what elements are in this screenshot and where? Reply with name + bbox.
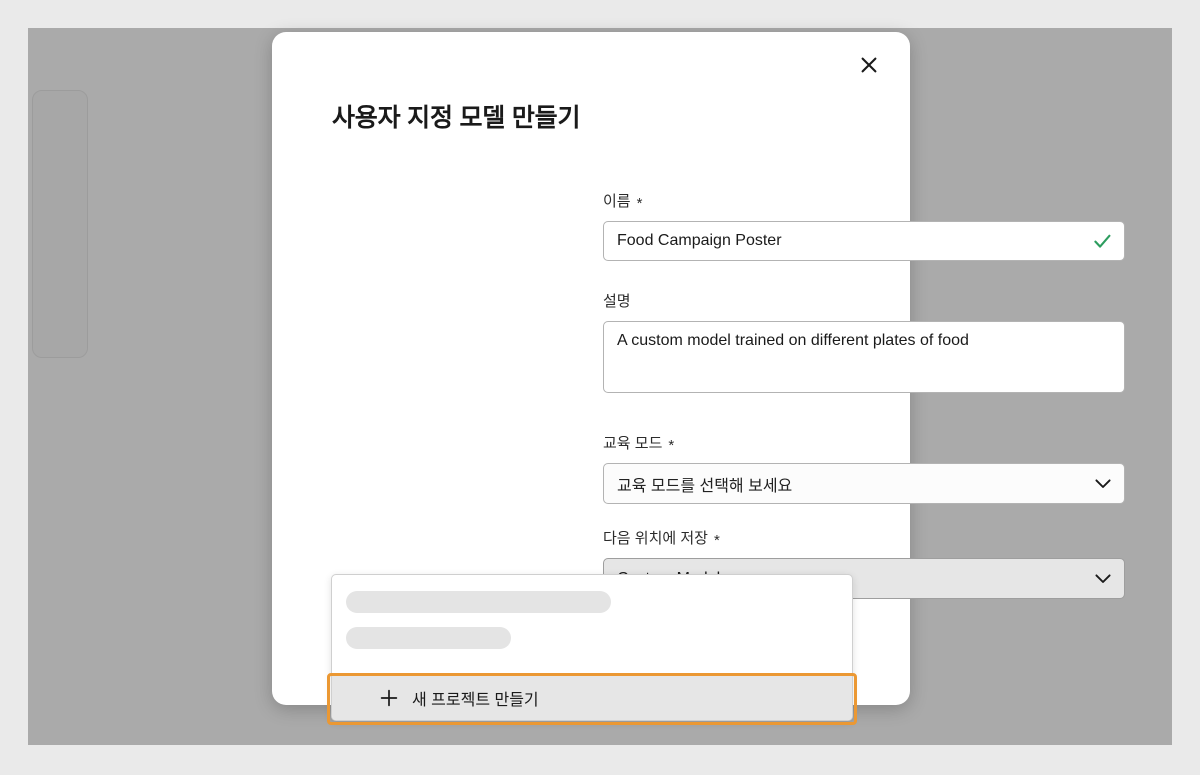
name-required-marker: * — [636, 195, 643, 212]
list-item — [332, 627, 852, 649]
training-mode-select[interactable]: 교육 모드를 선택해 보세요 — [603, 463, 1125, 504]
skeleton-bar — [346, 627, 511, 649]
training-mode-required-marker: * — [668, 437, 675, 454]
description-label-text: 설명 — [603, 293, 631, 310]
skeleton-bar — [346, 591, 611, 613]
name-label-text: 이름 — [603, 193, 631, 210]
name-input-container[interactable] — [603, 221, 1125, 261]
save-to-field-label: 다음 위치에 저장 * — [603, 527, 720, 549]
training-mode-field-label: 교육 모드 * — [603, 432, 675, 454]
check-glyph — [1093, 234, 1110, 248]
checkmark-icon — [1086, 234, 1124, 249]
name-field-label: 이름 * — [603, 190, 643, 212]
save-to-required-marker: * — [713, 532, 720, 549]
training-mode-selected-value: 교육 모드를 선택해 보세요 — [617, 477, 793, 495]
page-title: 사용자 지정 모델 만들기 — [332, 104, 581, 132]
name-input[interactable] — [604, 222, 1086, 260]
training-mode-label-text: 교육 모드 — [603, 435, 663, 452]
chevron-down-icon — [1095, 573, 1111, 583]
close-icon[interactable] — [852, 48, 886, 82]
dropdown-loading-placeholders — [332, 575, 852, 675]
description-input[interactable] — [603, 321, 1125, 393]
description-field-label: 설명 — [603, 290, 631, 311]
plus-glyph — [380, 689, 398, 707]
dropdown-item-new-project-label: 새 프로젝트 만들기 — [412, 692, 539, 709]
save-to-dropdown-menu: 새 프로젝트 만들기 — [331, 574, 853, 721]
save-to-label-text: 다음 위치에 저장 — [603, 530, 708, 547]
list-item — [332, 591, 852, 613]
dropdown-item-new-project[interactable]: 새 프로젝트 만들기 — [332, 675, 852, 720]
chevron-down-icon — [1095, 478, 1111, 488]
close-glyph — [861, 57, 877, 73]
plus-icon — [380, 689, 398, 707]
